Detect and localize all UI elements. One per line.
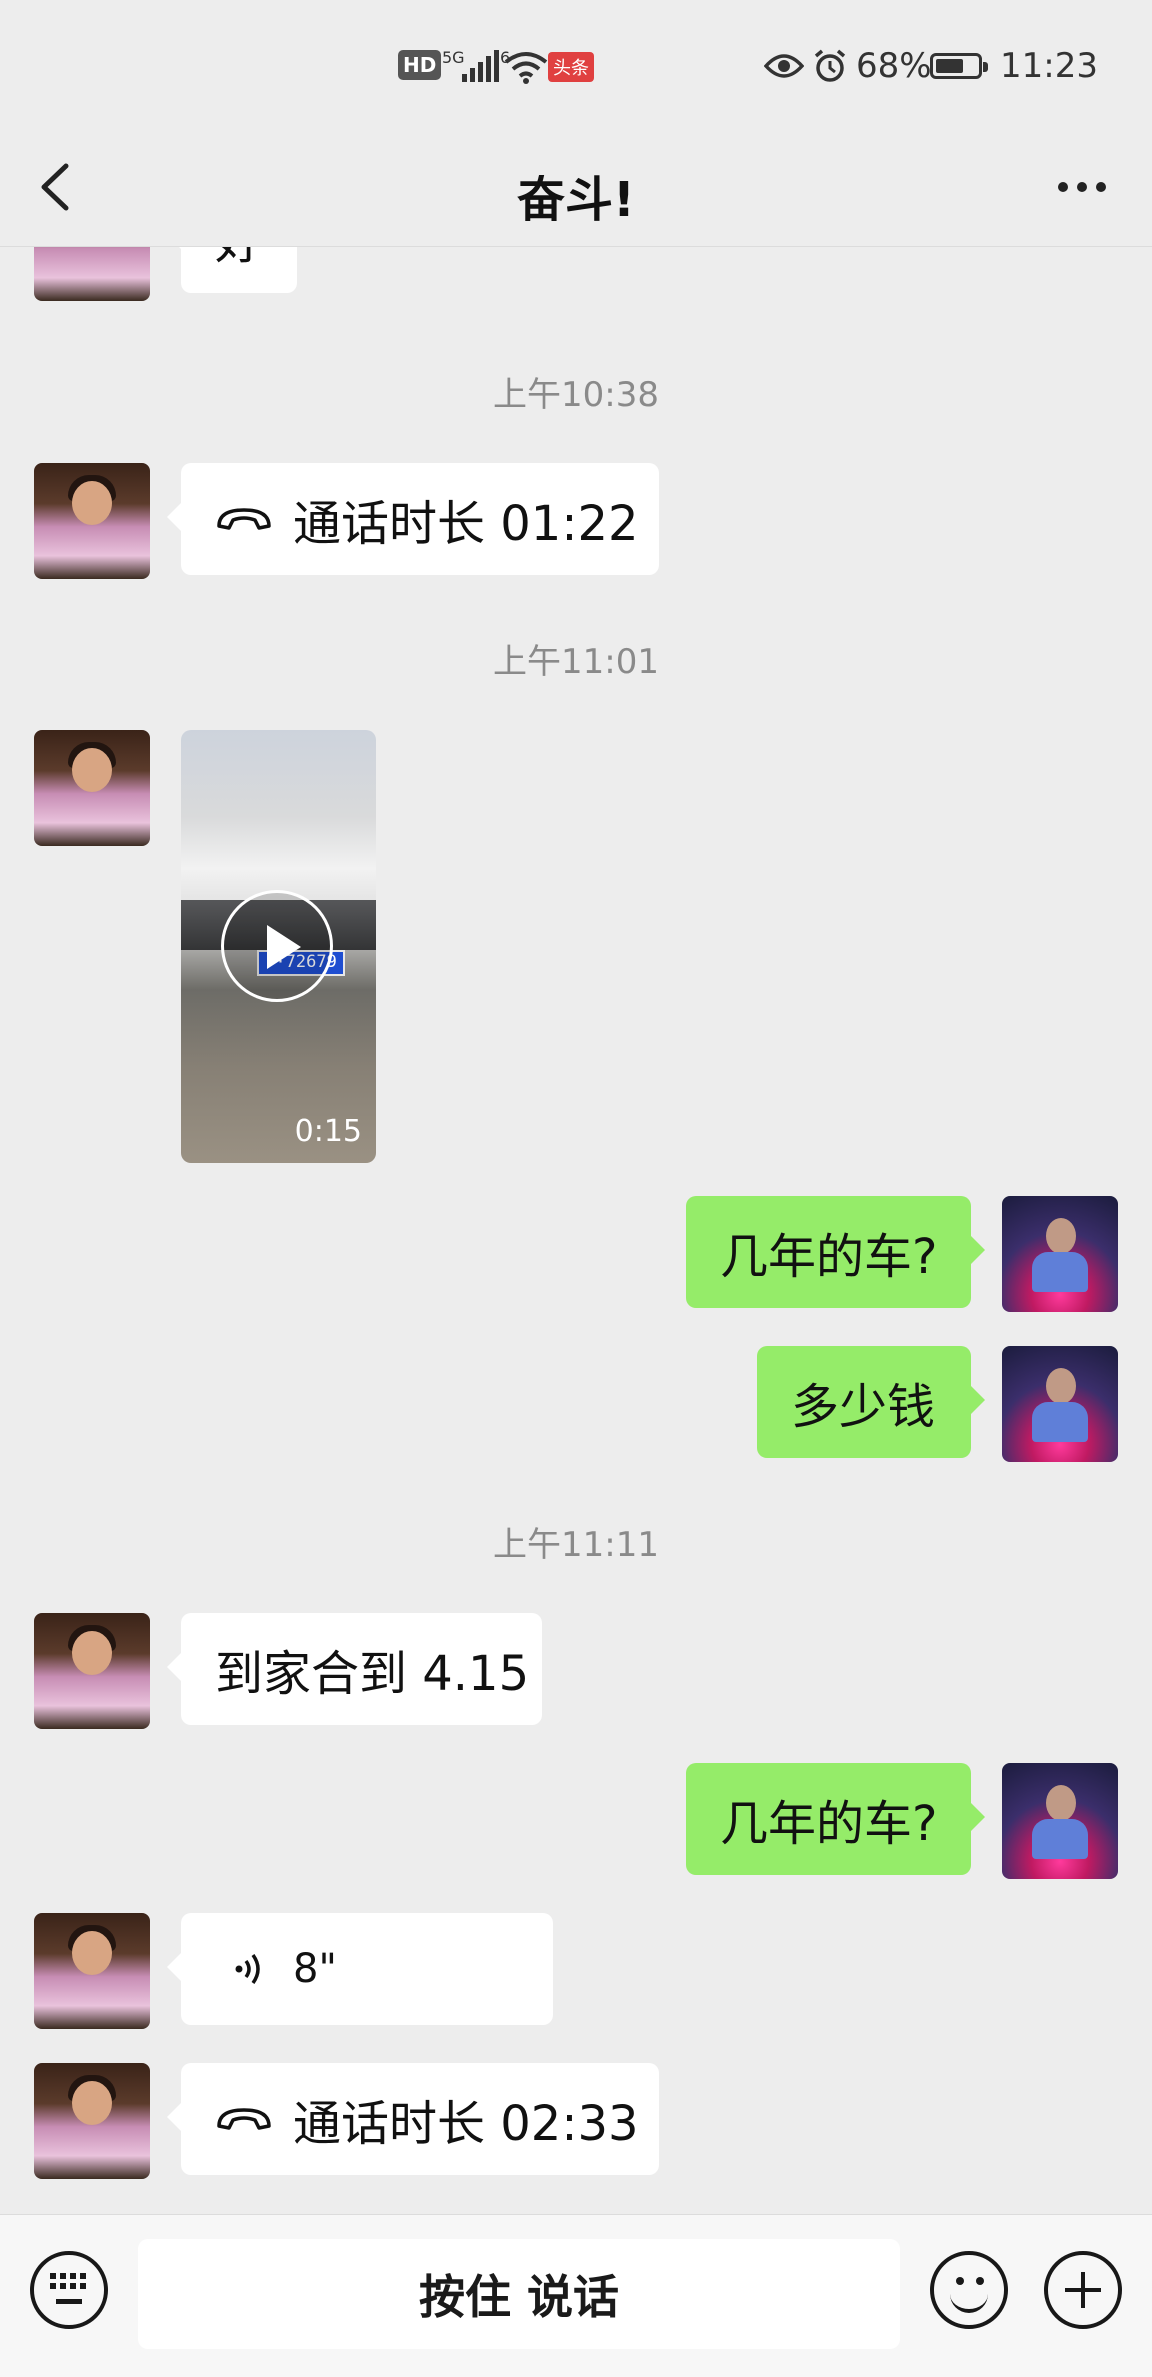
contact-avatar[interactable] [34,463,150,579]
message-bubble-self[interactable]: 多少钱 [757,1346,985,1458]
call-duration-text: 通话时长 01:22 [293,496,639,552]
message-bubble[interactable]: 到家合到 4.15 [167,1613,542,1725]
message-timestamp: 上午11:11 [493,1525,659,1565]
phone-handset-icon [217,508,271,530]
ellipsis-icon [1058,182,1068,192]
contact-avatar[interactable] [34,1613,150,1729]
message-text: 多少钱 [791,1379,936,1435]
battery-icon [930,53,988,79]
emoji-button[interactable] [930,2251,1008,2329]
contact-avatar[interactable] [34,2063,150,2179]
plus-icon[interactable] [1044,2251,1122,2329]
chat-header: 奋斗! [0,130,1152,247]
play-icon[interactable] [221,890,333,1002]
voice-wave-icon [235,1953,260,1985]
more-options-button[interactable] [1042,152,1122,222]
call-record-bubble[interactable]: 通话时长 02:33 [167,2063,659,2175]
call-duration-text: 通话时长 02:33 [293,2096,639,2152]
voice-message-bubble[interactable]: 8" [167,1913,553,2025]
keyboard-toggle-button[interactable] [30,2251,108,2329]
wifi-icon [504,52,548,84]
hd-badge: HD [398,50,442,80]
message-bubble-self[interactable]: 几年的车? [686,1196,985,1308]
keyboard-icon [50,2273,88,2289]
emoji-icon [956,2277,964,2285]
contact-avatar[interactable] [34,1913,150,2029]
battery-percent: 68% [856,46,932,86]
message-list[interactable]: 好 上午10:38 通话时长 01:22 上午11:01 F·72679 0:1… [0,247,1152,2213]
message-text: 好 [215,247,263,272]
video-duration: 0:15 [294,1114,362,1149]
message-timestamp: 上午11:01 [493,642,659,682]
voice-duration-text: 8" [293,1946,337,1992]
message-text: 几年的车? [720,1229,938,1285]
video-message[interactable]: F·72679 0:15 [181,730,376,1163]
input-bar: 按住 说话 [0,2214,1152,2377]
my-avatar[interactable] [1002,1763,1118,1879]
phone-handset-icon [217,2108,271,2130]
message-bubble[interactable]: 好 [166,247,298,293]
call-record-bubble[interactable]: 通话时长 01:22 [167,463,659,575]
alarm-icon [814,49,846,82]
hold-to-talk-button[interactable]: 按住 说话 [138,2239,900,2349]
battery-level-fill [936,59,964,73]
message-text: 几年的车? [720,1796,938,1852]
chat-title: 奋斗! [517,172,635,228]
my-avatar[interactable] [1002,1196,1118,1312]
contact-avatar[interactable] [34,247,150,301]
contact-avatar[interactable] [34,730,150,846]
status-bar: HD 5G 6 头条 68% 11:23 [0,0,1152,130]
message-bubble-self[interactable]: 几年的车? [686,1763,985,1875]
eye-icon [764,54,804,78]
cell-signal-icon [462,50,499,82]
my-avatar[interactable] [1002,1346,1118,1462]
message-timestamp: 上午10:38 [493,375,659,415]
message-text: 到家合到 4.15 [215,1646,530,1702]
status-clock: 11:23 [1000,46,1098,86]
news-app-badge: 头条 [548,52,594,82]
